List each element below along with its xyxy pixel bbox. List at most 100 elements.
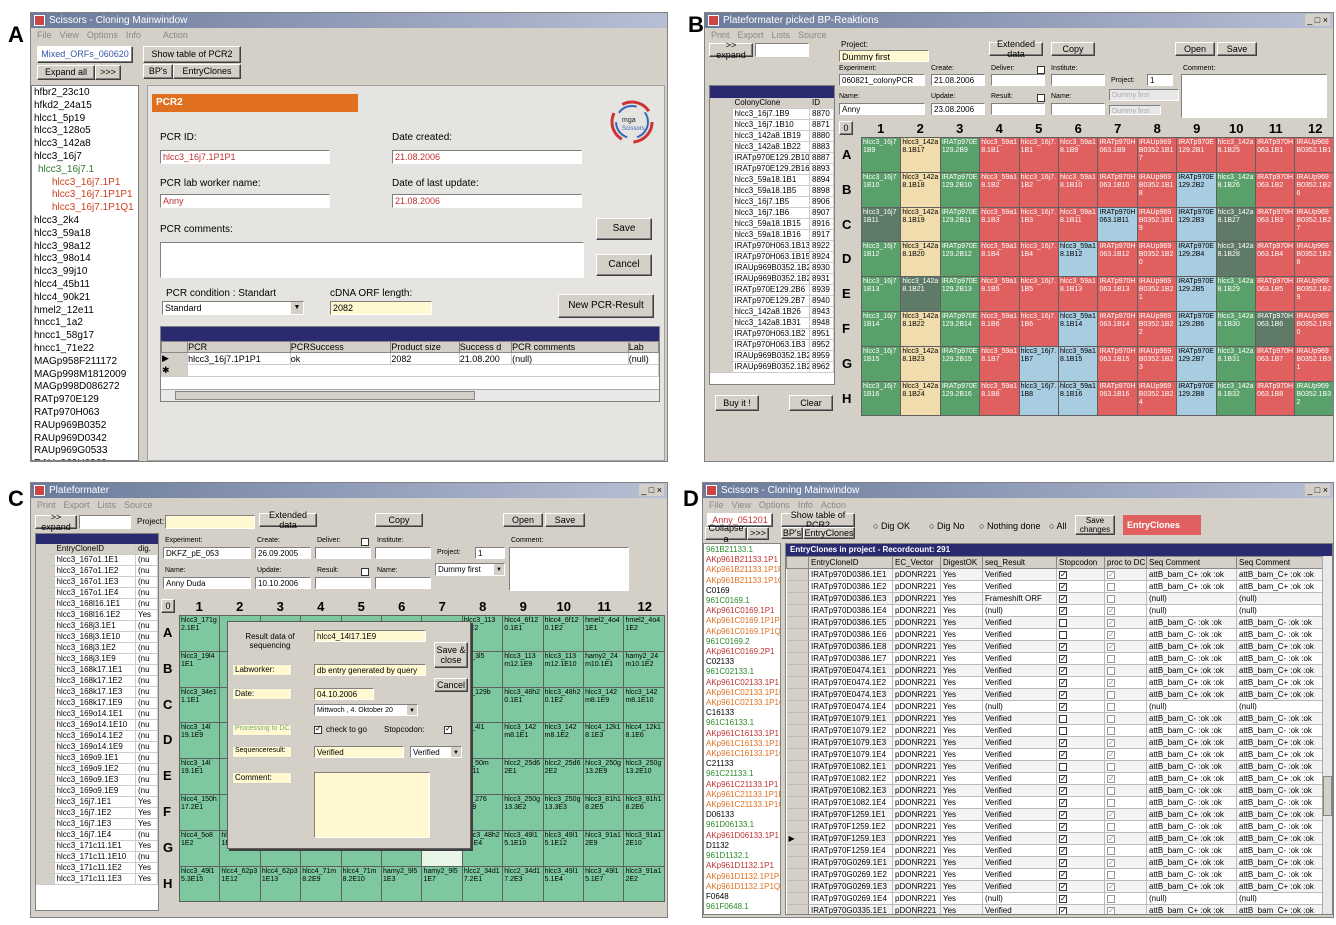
table-cell[interactable]: Verified (982, 832, 1057, 845)
table-cell[interactable] (1104, 592, 1147, 605)
table-cell[interactable] (1104, 652, 1147, 665)
table-cell[interactable]: pDONR221 (892, 724, 941, 737)
project-field[interactable]: Dummy first (839, 50, 929, 62)
plate-well[interactable]: hlcc3_113 m12.1E10 (542, 650, 585, 688)
table-cell[interactable] (1104, 676, 1147, 689)
update-field[interactable]: 10.10.2006 (255, 577, 311, 589)
plate-well[interactable]: IRATp970E 129.2B15 (939, 345, 981, 382)
table-cell[interactable]: IRATp970G0335.1E1 (808, 904, 893, 914)
table-cell[interactable]: attB_bam_C+ :ok :ok (1146, 568, 1237, 581)
menu-file[interactable]: File (37, 30, 52, 40)
plate-well[interactable]: hlcc3_250g 13.2E9 (583, 758, 625, 795)
stopcodon-checkbox[interactable] (1059, 762, 1067, 771)
list-item[interactable]: hlcc3_142a8.1B22 8883 (710, 141, 834, 153)
dig-cell[interactable]: (nu (135, 708, 158, 720)
row-header[interactable]: D (842, 251, 851, 266)
copy-button[interactable]: Copy (1051, 42, 1095, 56)
pcr-id-field[interactable]: hlcc3_16j7.1P1P1 (160, 150, 330, 164)
stopcodon-checkbox[interactable] (1059, 593, 1067, 604)
table-cell[interactable]: Frameshift ORF (982, 592, 1057, 605)
id-cell[interactable]: 8951 (809, 328, 834, 340)
table-cell[interactable]: attB_bam_C+ :ok :ok (1146, 748, 1237, 761)
proc-to-dc-checkbox[interactable] (1107, 798, 1115, 807)
plate-well[interactable]: hlcc4_62p3 1E13 (259, 865, 302, 903)
tree-item[interactable]: AKp961C02133.1P1P1 (706, 688, 780, 698)
colonyclone-cell[interactable]: hlcc3_59a18.1B5 (732, 185, 810, 197)
pcr-result-grid[interactable]: PCR PCRSuccess Product size Success d PC… (160, 326, 660, 402)
table-cell[interactable]: attB_bam_C+ :ok :ok (1236, 580, 1324, 593)
plate-well[interactable]: hlcc3_250g 13.2E10 (623, 758, 665, 795)
worker-field[interactable]: Anny (160, 194, 330, 208)
table-cell[interactable]: attB_bam_C- :ok :ok (1236, 628, 1324, 641)
table-cell[interactable]: pDONR221 (892, 676, 941, 689)
plate-well[interactable]: IRAUp969 B0352.1B2 2 (1136, 310, 1178, 347)
plate-well[interactable]: hlcc3_49l1 5.1E4 (542, 865, 585, 903)
tree-item[interactable]: hncc1_1a2 (34, 317, 136, 330)
table-cell[interactable] (1104, 640, 1147, 653)
experiment-field[interactable]: 060821_colonyPCR (839, 74, 925, 86)
table-cell[interactable]: Yes (940, 628, 983, 641)
experiment-field[interactable]: DKFZ_pE_053 (163, 547, 251, 559)
plate-well[interactable]: hlcc3_91a1 2E9 (583, 829, 625, 867)
dig-cell[interactable]: (nu (135, 653, 158, 665)
id-cell[interactable]: 8924 (809, 251, 834, 263)
table-cell[interactable]: attB_bam_C- :ok :ok (1236, 820, 1324, 833)
table-cell[interactable] (1104, 712, 1147, 725)
table-cell[interactable] (1056, 592, 1105, 605)
table-cell[interactable]: IRATp970E1082.1E4 (808, 796, 893, 809)
entryclone-cell[interactable]: hlcc3_168k17.1E9 (54, 697, 136, 709)
update-field[interactable]: 23.08.2006 (931, 103, 985, 115)
table-cell[interactable] (1104, 748, 1147, 761)
entryclone-cell[interactable]: hlcc3_171c11.1E2 (54, 862, 136, 874)
plate-well[interactable]: hlcc3_59a1 8.1B13 (1058, 276, 1099, 312)
col-header[interactable]: DigestOK (940, 556, 983, 569)
table-cell[interactable]: Verified (982, 616, 1057, 629)
entryclone-cell[interactable]: hlcc3_168j3.1E10 (54, 631, 136, 643)
tree-item[interactable]: AKp961C21133.1P1P1 (706, 790, 780, 800)
dig-cell[interactable]: (nu (135, 554, 158, 566)
plate-well[interactable]: hlcc3_49l1 5.3E15 (178, 865, 221, 903)
tree-item[interactable]: AKp961C16133.1P1 (706, 729, 779, 739)
plate-well[interactable]: IRAUp969 B0352.1B3 2 (1294, 380, 1333, 417)
plate-well[interactable]: hlcc3_16j7. 1B7 (1018, 345, 1060, 382)
list-item[interactable]: hlcc3_169o14.1E9 (nu (36, 741, 158, 753)
table-cell[interactable]: (null) (982, 604, 1057, 617)
result-field[interactable] (315, 577, 371, 589)
dig-cell[interactable]: (nu (135, 631, 158, 643)
menu-export[interactable]: Export (64, 500, 90, 510)
table-row[interactable]: IRATp970D0386.1E6pDONR221YesVerified attB… (786, 628, 1324, 641)
table-cell[interactable]: pDONR221 (892, 856, 941, 869)
col-header[interactable]: EntryCloneID (808, 556, 893, 569)
stopcodon-checkbox[interactable] (1059, 905, 1067, 914)
table-cell[interactable]: attB_bam_C+ :ok :ok (1236, 676, 1324, 689)
table-cell[interactable]: IRATp970F1259.1E2 (808, 820, 893, 833)
table-row[interactable]: IRATp970E1082.1E4pDONR221YesVerified attB… (786, 796, 1324, 809)
table-cell[interactable]: attB_bam_C+ :ok :ok (1236, 880, 1324, 893)
plate-well[interactable]: IRATp970H 063.1B16 (1097, 380, 1138, 417)
plate-well[interactable]: hlcc3_59a1 8.1B11 (1058, 206, 1099, 243)
project-field[interactable] (165, 515, 255, 529)
stopcodon-checkbox[interactable] (1059, 714, 1067, 723)
id-cell[interactable]: 8931 (809, 273, 834, 285)
plate-well[interactable]: IRAUp969 B0352.1B1 7 (1136, 137, 1178, 173)
column-header[interactable]: 6 (1059, 121, 1099, 136)
plate-well[interactable]: hlcc3_142a 8.1B20 (900, 241, 941, 278)
save-close-button[interactable]: Save & close (434, 642, 468, 668)
row-header[interactable]: H (163, 876, 172, 891)
table-cell[interactable]: Yes (940, 832, 983, 845)
tree-item[interactable]: hfbr2_23c10 (34, 87, 136, 100)
entryclone-cell[interactable]: hlcc3_169o9.1E1 (54, 752, 136, 764)
stopcodon-checkbox[interactable] (1059, 833, 1067, 844)
tab-entryclones[interactable]: EntryClones (173, 64, 241, 79)
plate-well[interactable]: hlcc3_59a1 8.1B2 (979, 171, 1020, 208)
tree-item[interactable]: AKp961C21133.1P1Q1 (706, 800, 780, 810)
table-cell[interactable]: attB_bam_C+ :ok :ok (1236, 640, 1324, 653)
colonyclone-cell[interactable]: IRATp970H063.1B13 (732, 240, 810, 252)
plate-well[interactable]: hlcc3_250g 13.3E2 (502, 793, 544, 831)
plate-well[interactable]: IRATp970H 063.1B12 (1097, 241, 1138, 278)
table-cell[interactable]: attB_bam_C+ :ok :ok (1146, 880, 1237, 893)
tree-item[interactable]: C02133 (706, 657, 778, 667)
list-item[interactable]: hlcc3_16j7.1E2 Yes (36, 807, 158, 819)
tree-item[interactable]: MAGp958F211172 (34, 356, 136, 369)
list-item[interactable]: hlcc3_168k17.1E9 (nu (36, 697, 158, 709)
